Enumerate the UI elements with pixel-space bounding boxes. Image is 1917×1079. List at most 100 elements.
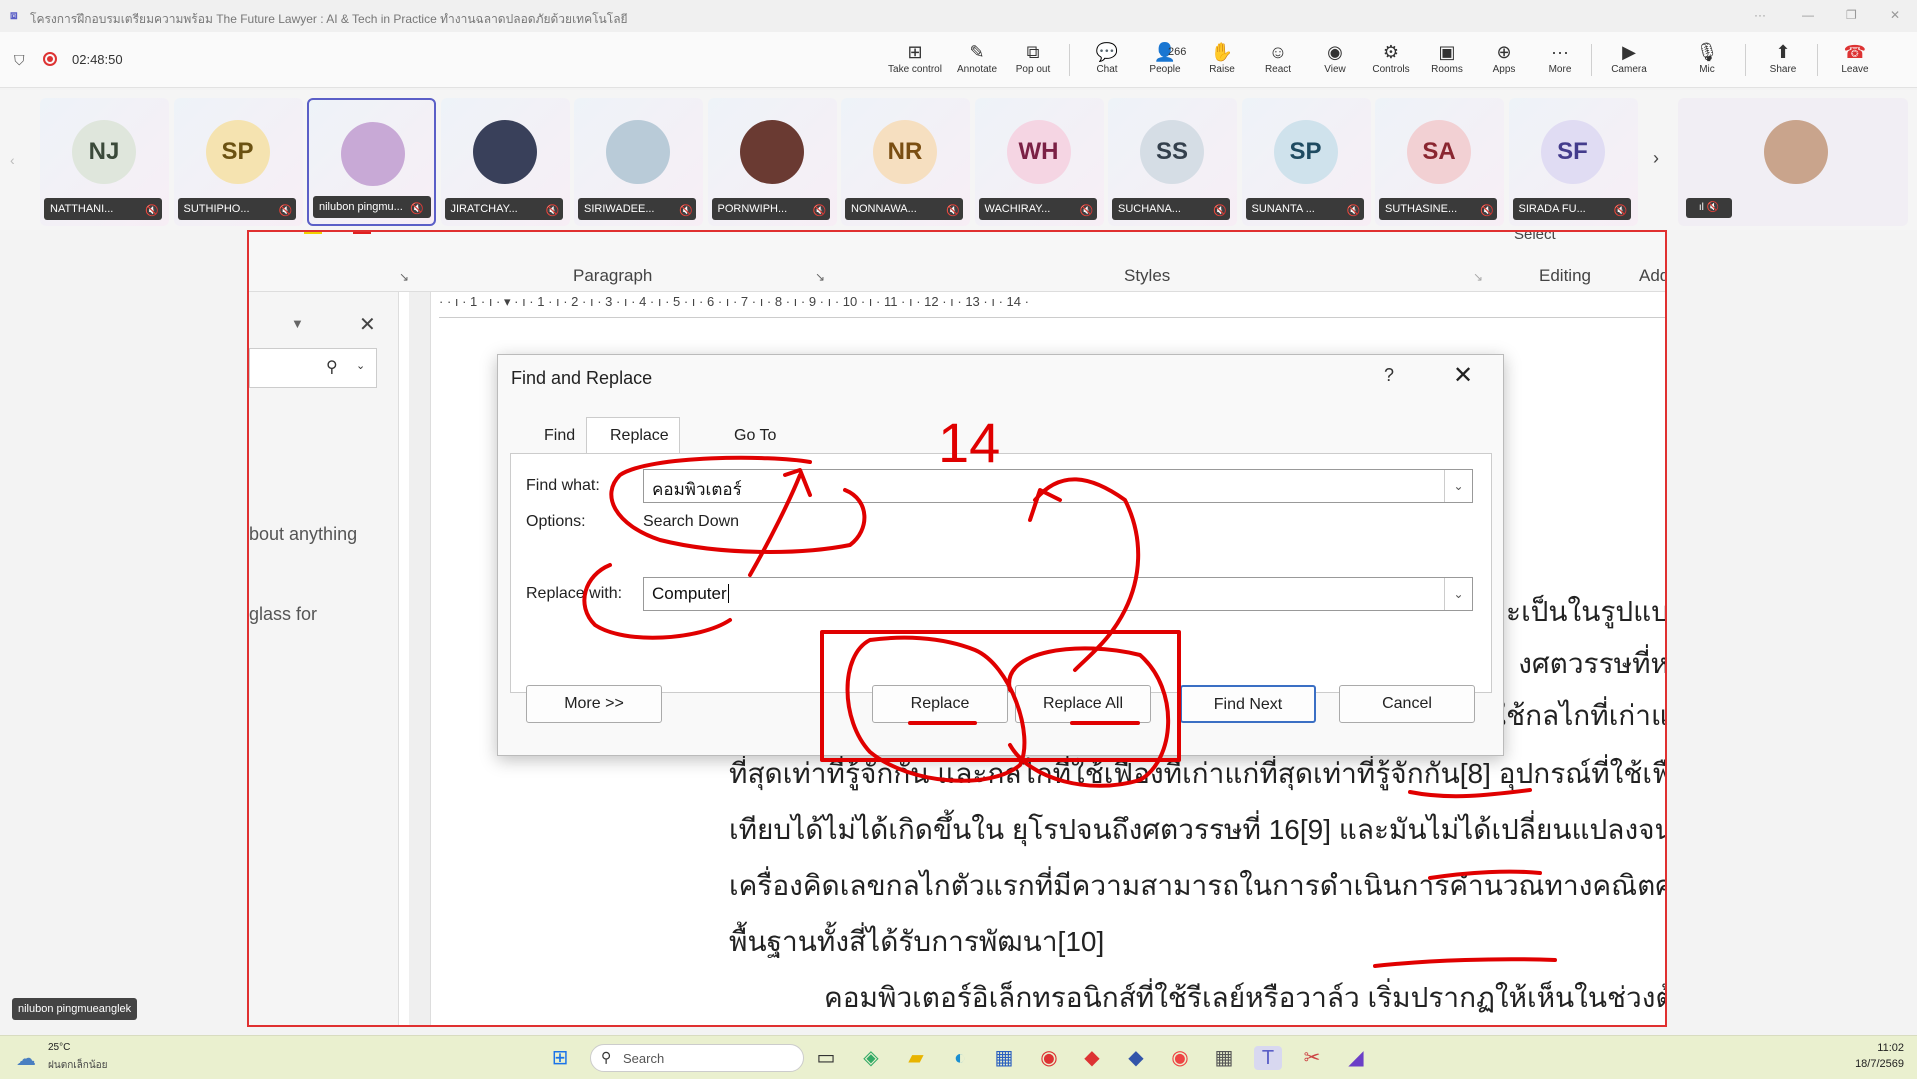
controls-button[interactable]: ⚙ Controls	[1361, 40, 1421, 75]
taskbar-search-icon: ⚲	[601, 1049, 612, 1065]
participant-tile[interactable]: NR NONNAWA... 🔇	[841, 98, 970, 226]
chat-button[interactable]: 💬 Chat	[1077, 40, 1137, 75]
pane-close-icon[interactable]: ✕	[359, 312, 376, 337]
participant-tile[interactable]: SIRIWADEE... 🔇	[574, 98, 703, 226]
mic-button[interactable]: 🎙 Mic	[1677, 40, 1737, 75]
participant-tile[interactable]: SP SUNANTA ... 🔇	[1241, 98, 1371, 226]
calculator-icon[interactable]: ▦	[1210, 1046, 1238, 1070]
pane-options-icon[interactable]: ▼	[291, 316, 304, 331]
vertical-ruler	[409, 292, 431, 1025]
leave-button[interactable]: ☎ Leave	[1825, 40, 1885, 75]
replace-button[interactable]: Replace	[872, 685, 1008, 723]
share-button[interactable]: ⬆ Share	[1753, 40, 1813, 75]
more-button[interactable]: More >>	[526, 685, 662, 723]
raise-button[interactable]: ✋ Raise	[1192, 40, 1252, 75]
camera-button[interactable]: ▶ Camera	[1599, 40, 1659, 75]
pop-out-icon: ⧉	[1026, 42, 1040, 62]
participant-tile[interactable]: SP SUTHIPHO... 🔇	[173, 98, 303, 226]
close-window-icon[interactable]: ✕	[1890, 8, 1900, 22]
visual-studio-icon[interactable]: ◢	[1342, 1046, 1370, 1070]
view-button[interactable]: ◉ View	[1305, 40, 1365, 75]
styles-dialog-launcher-icon[interactable]: ↘	[1473, 270, 1483, 284]
toolbar-label: React	[1264, 64, 1292, 75]
participant-tile[interactable]: JIRATCHAY... 🔇	[440, 98, 570, 226]
replace-all-button[interactable]: Replace All	[1015, 685, 1151, 723]
replace-with-input[interactable]: Computer ⌄	[643, 577, 1473, 611]
participant-tile[interactable]: WH WACHIRAY... 🔇	[974, 98, 1104, 226]
cancel-button[interactable]: Cancel	[1339, 685, 1475, 723]
app-red-icon[interactable]: ◆	[1078, 1046, 1106, 1070]
store-icon[interactable]: ▦	[990, 1046, 1018, 1070]
avatar	[606, 120, 670, 184]
avatar: NR	[873, 120, 937, 184]
close-dialog-icon[interactable]: ✕	[1453, 361, 1473, 390]
group-styles: Styles	[1124, 266, 1171, 285]
toolbar-label: Chat	[1096, 64, 1118, 75]
participant-tile[interactable]: PORNWIPH... 🔇	[707, 98, 837, 226]
title-bar: ⧈ โครงการฝึกอบรมเตรียมความพร้อม The Futu…	[0, 0, 1917, 32]
participant-name: NATTHANI...	[44, 198, 162, 220]
strip-next-icon[interactable]: ›	[1653, 148, 1659, 169]
app-icon[interactable]: ◈	[857, 1046, 885, 1070]
help-icon[interactable]: ?	[1384, 365, 1394, 386]
paragraph-dialog-launcher-icon[interactable]: ↘	[815, 270, 825, 284]
toolbar-label: People	[1149, 64, 1181, 75]
start-icon[interactable]: ⊞	[546, 1046, 574, 1070]
toolbar-label: Apps	[1492, 64, 1516, 75]
find-next-button[interactable]: Find Next	[1180, 685, 1316, 723]
controls-icon: ⚙	[1382, 42, 1400, 62]
participant-name: SUNANTA ...	[1245, 198, 1364, 220]
react-button[interactable]: ☺ React	[1248, 40, 1308, 75]
font-dialog-launcher-icon[interactable]: ↘	[399, 270, 409, 284]
self-view-tile[interactable]: ıl 🔇	[1678, 98, 1908, 226]
muted-mic-icon: 🔇	[145, 205, 159, 217]
options-label: Options:	[526, 513, 586, 530]
pane-search-box[interactable]: ⚲ ⌄	[249, 348, 377, 388]
select-button[interactable]: Select	[1514, 232, 1556, 243]
chrome-icon[interactable]: ◉	[1035, 1046, 1063, 1070]
strip-prev-icon[interactable]: ‹	[10, 152, 15, 168]
toolbar-label: Pop out	[1015, 64, 1051, 75]
find-dropdown-icon[interactable]: ⌄	[1444, 470, 1472, 502]
search-options-icon[interactable]: ⌄	[356, 359, 365, 372]
participant-tile[interactable]: SS SUCHANA... 🔇	[1108, 98, 1237, 226]
participant-tile[interactable]: SA SUTHASINE... 🔇	[1375, 98, 1504, 226]
toolbar-separator	[1817, 44, 1818, 76]
rooms-button[interactable]: ▣ Rooms	[1417, 40, 1477, 75]
edge-icon[interactable]: ◐	[946, 1046, 974, 1070]
apps-button[interactable]: ⊕ Apps	[1474, 40, 1534, 75]
participant-name: SIRADA FU...	[1512, 198, 1631, 220]
app-blue-icon[interactable]: ◆	[1122, 1046, 1150, 1070]
find-what-input[interactable]: คอมพิวเตอร์ ⌄	[643, 469, 1473, 503]
replace-dropdown-icon[interactable]: ⌄	[1444, 578, 1472, 610]
teams-icon[interactable]: T	[1254, 1046, 1282, 1070]
snipping-icon[interactable]: ✂	[1298, 1046, 1326, 1070]
more-button[interactable]: ··· More	[1530, 40, 1590, 75]
taskbar-search[interactable]: ⚲ Search	[590, 1044, 804, 1072]
participant-tile[interactable]: nilubon pingmu... 🔇	[307, 98, 436, 226]
pop-out-button[interactable]: ⧉ Pop out	[1003, 40, 1063, 75]
horizontal-ruler: · · ı · 1 · ı · ▾ · ı · 1 · ı · 2 · ı · …	[439, 294, 1665, 318]
muted-mic-icon: 🔇	[1213, 205, 1227, 217]
task-view-icon[interactable]: ▭	[812, 1046, 840, 1070]
participant-name: SUTHIPHO...	[177, 198, 296, 220]
participant-name: SUCHANA...	[1112, 198, 1230, 220]
tab-replace[interactable]: Replace	[610, 427, 669, 445]
file-explorer-icon[interactable]: ▰	[902, 1046, 930, 1070]
toolbar-label: Raise	[1209, 64, 1235, 75]
window-title: โครงการฝึกอบรมเตรียมความพร้อม The Future…	[30, 12, 628, 26]
take-control-button[interactable]: ⊞ Take control	[885, 40, 945, 75]
chrome-icon-2[interactable]: ◉	[1166, 1046, 1194, 1070]
avatar	[739, 120, 804, 184]
minimize-icon[interactable]: —	[1802, 8, 1814, 22]
avatar: WH	[1006, 120, 1071, 184]
window-more-icon[interactable]: ···	[1754, 8, 1766, 22]
weather-icon[interactable]: ☁	[16, 1046, 36, 1071]
participant-tile[interactable]: SF SIRADA FU... 🔇	[1508, 98, 1638, 226]
tab-find[interactable]: Find	[544, 427, 575, 445]
options-value: Search Down	[643, 513, 740, 530]
annotate-button[interactable]: ✎ Annotate	[947, 40, 1007, 75]
participant-tile[interactable]: NJ NATTHANI... 🔇	[40, 98, 169, 226]
restore-icon[interactable]: ❐	[1846, 8, 1857, 22]
tab-goto[interactable]: Go To	[734, 427, 776, 445]
